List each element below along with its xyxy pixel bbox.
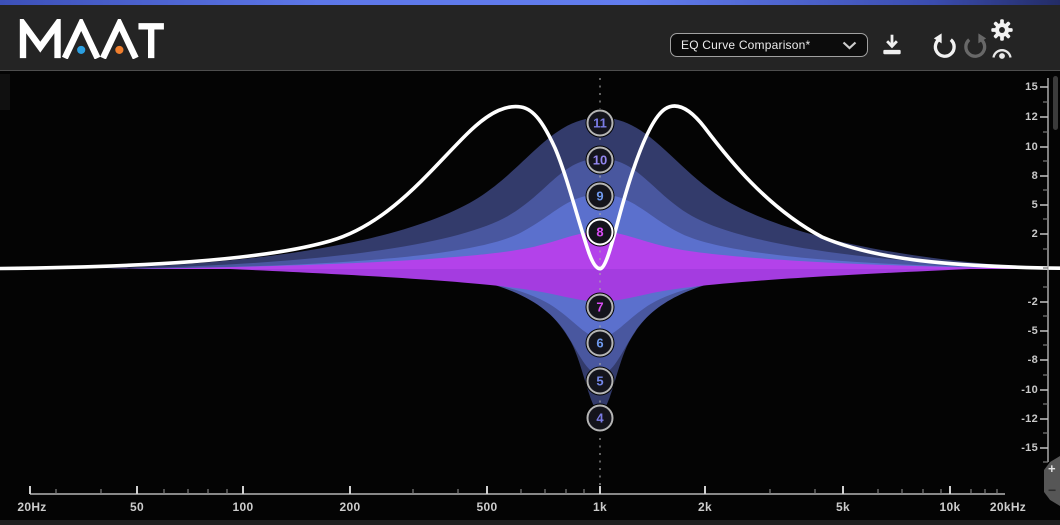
band-handle-6[interactable]: 6 xyxy=(587,330,614,357)
db-label: 8 xyxy=(1032,170,1038,182)
band-handle-5[interactable]: 5 xyxy=(587,368,614,395)
gear-icon[interactable] xyxy=(990,18,1014,42)
db-label: -8 xyxy=(1028,354,1038,366)
zoom-out-button[interactable]: − xyxy=(1048,482,1056,498)
band-handle-9[interactable]: 9 xyxy=(587,183,614,210)
freq-ruler-minor-ticks xyxy=(56,489,997,494)
undo-icon[interactable] xyxy=(930,33,958,61)
maat-logo xyxy=(18,19,168,59)
band-handle-label: 8 xyxy=(596,226,603,239)
logo-letter-t xyxy=(138,26,163,58)
freq-label: 20Hz xyxy=(17,500,46,514)
header-bar: EQ Curve Comparison* xyxy=(0,5,1060,71)
preset-dropdown-value: EQ Curve Comparison* xyxy=(681,38,810,52)
logo-letter-m xyxy=(23,24,58,59)
redo-icon[interactable] xyxy=(962,33,990,61)
eq-graph: 11 10 9 8 7 6 5 4 15 12 10 8 5 2 -2 -5 -… xyxy=(0,72,1060,525)
freq-label: 5k xyxy=(836,500,850,514)
band-handle-label: 7 xyxy=(596,301,603,314)
db-ruler-minor-ticks xyxy=(1043,102,1048,462)
band-handle-4[interactable]: 4 xyxy=(587,405,614,432)
freq-label: 500 xyxy=(477,500,498,514)
logo-dot-orange xyxy=(115,46,123,54)
band-handle-label: 11 xyxy=(593,117,607,130)
db-label: 15 xyxy=(1025,81,1038,93)
download-icon[interactable] xyxy=(879,32,905,58)
db-label: -12 xyxy=(1021,413,1038,425)
band-handle-label: 9 xyxy=(596,190,603,203)
freq-label: 20kHz xyxy=(990,500,1026,514)
db-label: -5 xyxy=(1028,325,1038,337)
db-label: 5 xyxy=(1032,199,1038,211)
vertical-scrollbar-thumb[interactable] xyxy=(1053,76,1058,130)
band-handle-label: 10 xyxy=(593,154,607,167)
db-label: -10 xyxy=(1021,384,1038,396)
zoom-in-button[interactable]: + xyxy=(1048,461,1056,476)
db-label: -15 xyxy=(1021,442,1038,454)
band-handle-11[interactable]: 11 xyxy=(587,110,614,137)
footer-strip xyxy=(0,520,1060,525)
freq-label: 50 xyxy=(130,500,144,514)
eq-curves-canvas xyxy=(0,72,1060,525)
db-label: 12 xyxy=(1025,111,1038,123)
freq-label: 100 xyxy=(233,500,254,514)
band-handle-label: 6 xyxy=(596,337,603,350)
band-handle-10[interactable]: 10 xyxy=(587,147,614,174)
db-label: 2 xyxy=(1032,228,1038,240)
chevron-down-icon xyxy=(842,41,857,50)
band-handle-label: 5 xyxy=(596,375,603,388)
band-handle-label: 4 xyxy=(596,412,603,425)
band-handle-7[interactable]: 7 xyxy=(587,294,614,321)
freq-ruler-major-ticks xyxy=(30,486,950,494)
db-label: -2 xyxy=(1028,296,1038,308)
band-handle-8[interactable]: 8 xyxy=(587,219,614,246)
freq-label: 10k xyxy=(940,500,961,514)
freq-label: 1k xyxy=(593,500,607,514)
logo-dot-blue xyxy=(77,46,85,54)
preset-dropdown[interactable]: EQ Curve Comparison* xyxy=(670,33,868,57)
db-label: 10 xyxy=(1025,141,1038,153)
freq-label: 2k xyxy=(698,500,712,514)
monitor-icon[interactable] xyxy=(991,45,1013,60)
freq-label: 200 xyxy=(340,500,361,514)
maat-eq-window: EQ Curve Comparison* xyxy=(0,0,1060,525)
